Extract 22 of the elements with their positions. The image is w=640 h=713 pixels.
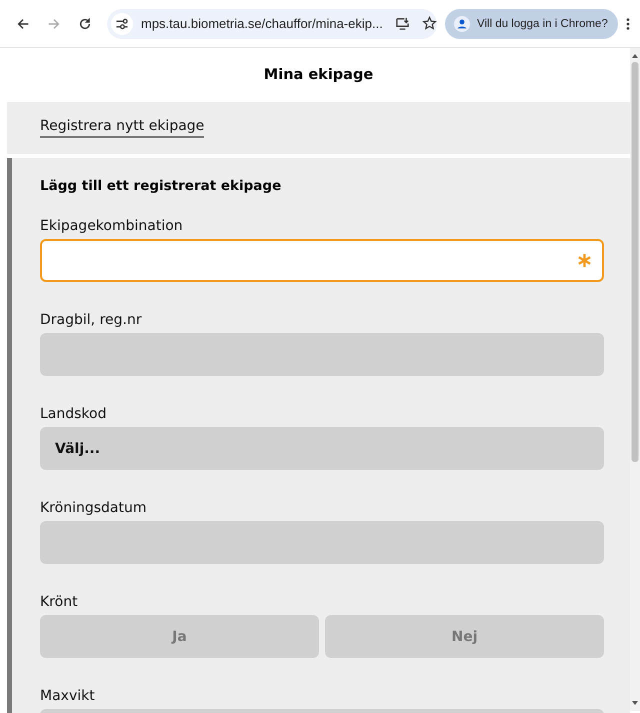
field-label: Landskod bbox=[40, 406, 108, 422]
page-title: Mina ekipage bbox=[264, 67, 374, 83]
scrollbar[interactable] bbox=[630, 48, 640, 711]
field-label: Krönt bbox=[40, 594, 79, 610]
address-bar[interactable]: mps.tau.biometria.se/chauffor/mina-ekip... bbox=[107, 8, 437, 38]
site-settings-icon[interactable] bbox=[111, 12, 133, 34]
field-label: Ekipagekombination bbox=[40, 218, 184, 234]
register-link[interactable]: Registrera nytt ekipage bbox=[40, 118, 204, 138]
profile-button[interactable]: Vill du logga in i Chrome? bbox=[445, 8, 618, 38]
person-icon bbox=[454, 16, 470, 32]
select-field[interactable]: Välj... bbox=[40, 427, 604, 470]
field-label: Kröningsdatum bbox=[40, 500, 148, 516]
back-icon[interactable] bbox=[16, 16, 30, 30]
form-heading: Lägg till ett registrerat ekipage bbox=[40, 178, 282, 194]
install-icon[interactable] bbox=[394, 16, 410, 31]
menu-icon[interactable] bbox=[626, 16, 630, 30]
field-label: Dragbil, reg.nr bbox=[40, 312, 143, 328]
field-label: Maxvikt bbox=[40, 688, 96, 704]
input-field[interactable] bbox=[40, 239, 604, 282]
reload-icon[interactable] bbox=[78, 16, 92, 30]
star-icon[interactable] bbox=[422, 16, 437, 31]
url-text: mps.tau.biometria.se/chauffor/mina-ekip... bbox=[141, 16, 383, 31]
